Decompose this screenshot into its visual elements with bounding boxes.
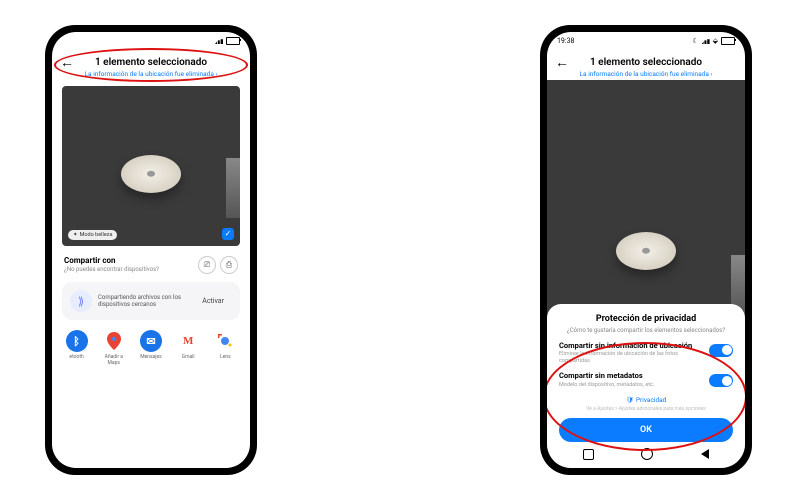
gmail-icon: M xyxy=(177,330,199,352)
nav-home-icon[interactable] xyxy=(641,448,653,460)
app-messages[interactable]: ✉ Mensajes xyxy=(136,330,166,366)
sheet-question: ¿Cómo te gustaría compartir los elemento… xyxy=(559,327,733,334)
nav-back-icon[interactable] xyxy=(701,449,709,459)
dimmed-photo-bg: Protección de privacidad ¿Cómo te gustar… xyxy=(547,80,745,468)
statusbar: 19:38 ☾ ⬙ xyxy=(547,32,745,48)
battery-icon xyxy=(226,37,240,45)
privacy-sheet: Protección de privacidad ¿Cómo te gustar… xyxy=(547,304,745,468)
selection-check-icon[interactable]: ✓ xyxy=(222,228,234,240)
page-title: 1 elemento seleccionado xyxy=(60,57,242,68)
lens-icon xyxy=(214,330,236,352)
toggle-no-location[interactable] xyxy=(709,344,733,357)
app-label: Lens xyxy=(210,354,240,360)
toggle-no-metadata[interactable] xyxy=(709,374,733,387)
print-icon[interactable]: ⎙ xyxy=(220,256,238,274)
nearby-share-card: ⟫ Compartiendo archivos con los disposit… xyxy=(62,282,240,320)
shield-icon: 🛡 xyxy=(626,396,634,404)
messages-icon: ✉ xyxy=(140,330,162,352)
sheet-title: Protección de privacidad xyxy=(559,314,733,324)
app-lens[interactable]: Lens xyxy=(210,330,240,366)
option-share-no-location: Compartir sin información de ubicación E… xyxy=(559,342,733,364)
photo-subject xyxy=(121,155,181,193)
signal-icon xyxy=(215,38,223,44)
ok-button[interactable]: OK xyxy=(559,418,733,442)
sparkle-icon: ✦ xyxy=(73,232,78,238)
page-title: 1 elemento seleccionado xyxy=(555,57,737,68)
share-with-title: Compartir con xyxy=(64,256,194,265)
share-with-hint[interactable]: ¿No puedes encontrar dispositivos? xyxy=(64,266,194,273)
photo-subject xyxy=(616,232,676,270)
screen-right: 19:38 ☾ ⬙ ← 1 elemento seleccionado La i… xyxy=(547,32,745,468)
selected-photo[interactable]: ✦ Modo belleza ✓ xyxy=(62,86,240,246)
wifi-icon: ⬙ xyxy=(713,37,718,45)
header: ← 1 elemento seleccionado La información… xyxy=(52,48,250,80)
option-title: Compartir sin metadatos xyxy=(559,372,703,381)
app-label: Mensajes xyxy=(136,354,166,360)
beauty-chip-label: Modo belleza xyxy=(80,232,113,238)
app-label: etooth xyxy=(62,354,92,360)
app-share-row: ᛒ etooth Añadir a Maps ✉ Mensajes M Gmai… xyxy=(52,326,250,374)
option-desc: Eliminar la información de ubicación de … xyxy=(559,351,703,364)
photo-caliper xyxy=(226,158,240,218)
app-label: Gmail xyxy=(173,354,203,360)
location-removed-link[interactable]: La información de la ubicación fue elimi… xyxy=(60,70,242,78)
header: ← 1 elemento seleccionado La información… xyxy=(547,48,745,80)
privacy-link[interactable]: 🛡 Privacidad xyxy=(559,396,733,404)
statusbar xyxy=(52,32,250,48)
privacy-link-label: Privacidad xyxy=(636,396,666,404)
sheet-hint: Ve a Ajustes > Ajustes adicionales para … xyxy=(559,406,733,412)
share-with-row: Compartir con ¿No puedes encontrar dispo… xyxy=(52,250,250,276)
option-desc: Modelo del dispositivo, metadatos, etc. xyxy=(559,382,703,388)
android-navbar xyxy=(559,442,733,462)
maps-icon xyxy=(103,330,125,352)
app-bluetooth[interactable]: ᛒ etooth xyxy=(62,330,92,366)
phone-right: 19:38 ☾ ⬙ ← 1 elemento seleccionado La i… xyxy=(540,25,752,475)
location-removed-link[interactable]: La información de la ubicación fue elimi… xyxy=(555,70,737,78)
moon-icon: ☾ xyxy=(692,37,698,45)
beauty-mode-chip[interactable]: ✦ Modo belleza xyxy=(68,230,117,240)
app-maps[interactable]: Añadir a Maps xyxy=(99,330,129,366)
battery-icon xyxy=(721,37,735,45)
activate-button[interactable]: Activar xyxy=(194,293,232,309)
app-label: Añadir a Maps xyxy=(99,354,129,366)
nearby-share-text: Compartiendo archivos con los dispositiv… xyxy=(98,294,188,308)
bluetooth-icon: ᛒ xyxy=(66,330,88,352)
option-share-no-metadata: Compartir sin metadatos Modelo del dispo… xyxy=(559,372,733,388)
signal-icon xyxy=(702,38,710,44)
phone-left: ← 1 elemento seleccionado La información… xyxy=(45,25,257,475)
status-time: 19:38 xyxy=(557,37,574,45)
app-gmail[interactable]: M Gmail xyxy=(173,330,203,366)
nearby-share-icon: ⟫ xyxy=(70,290,92,312)
nav-recents-icon[interactable] xyxy=(583,449,594,460)
back-icon[interactable]: ← xyxy=(555,56,569,70)
screen-left: ← 1 elemento seleccionado La información… xyxy=(52,32,250,468)
option-title: Compartir sin información de ubicación xyxy=(559,342,703,351)
back-icon[interactable]: ← xyxy=(60,56,74,70)
cast-icon[interactable]: ⎚ xyxy=(198,256,216,274)
